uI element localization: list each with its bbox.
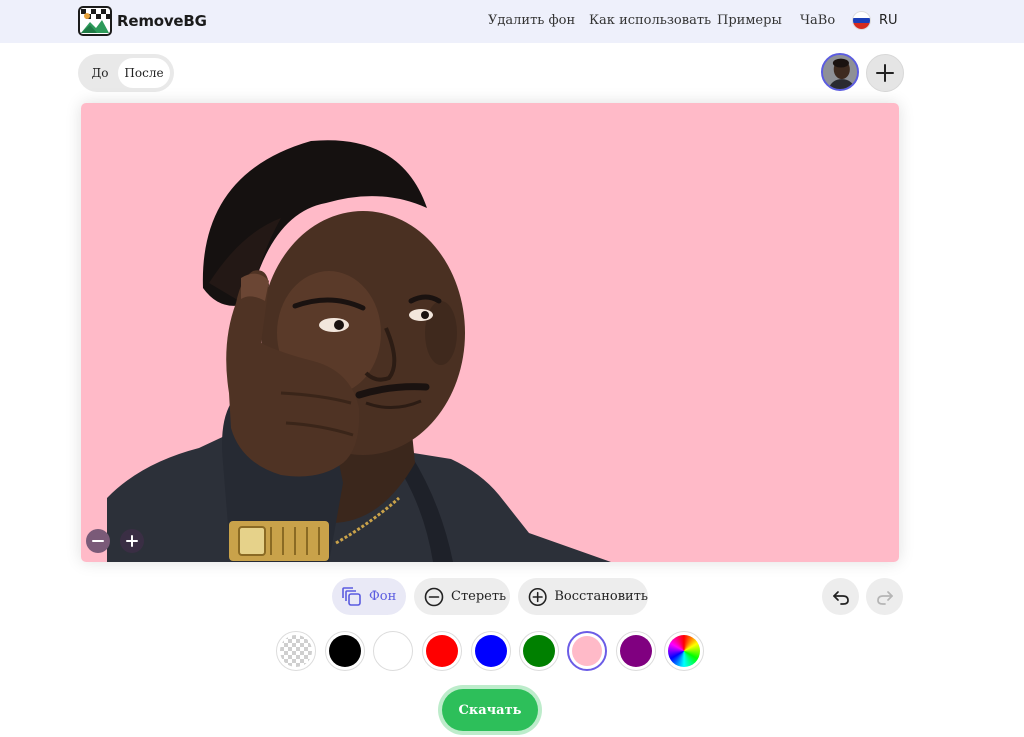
add-image-button[interactable] xyxy=(866,54,904,92)
nav-how-to-use[interactable]: Как использовать xyxy=(589,13,711,28)
background-tool-button[interactable]: Фон xyxy=(332,578,406,615)
nav-faq[interactable]: ЧаВо xyxy=(800,13,835,28)
result-image xyxy=(81,103,899,562)
thumbnail-image xyxy=(823,55,857,89)
erase-tool-button[interactable]: Стереть xyxy=(414,578,510,615)
restore-tool-label: Восстановить xyxy=(554,589,648,604)
checkerboard-icon xyxy=(280,635,312,667)
redo-button[interactable] xyxy=(866,578,903,615)
swatch-pink-fill xyxy=(572,636,602,666)
swatch-transparent[interactable] xyxy=(276,631,316,671)
undo-button[interactable] xyxy=(822,578,859,615)
language-label: RU xyxy=(879,13,898,28)
plus-icon xyxy=(126,535,138,547)
minus-circle-icon xyxy=(424,587,444,606)
swatch-custom-color[interactable] xyxy=(664,631,704,671)
nav-examples[interactable]: Примеры xyxy=(717,13,782,28)
language-selector[interactable]: RU xyxy=(852,11,898,30)
swatch-green-fill xyxy=(523,635,555,667)
zoom-in-button[interactable] xyxy=(120,529,144,553)
image-thumbnail[interactable] xyxy=(821,53,859,91)
undo-icon xyxy=(832,590,849,605)
zoom-out-button[interactable] xyxy=(86,529,110,553)
toggle-before[interactable]: До xyxy=(82,58,118,88)
logo[interactable]: RemoveBG xyxy=(78,6,207,36)
swatch-green[interactable] xyxy=(519,631,559,671)
top-header: RemoveBG Удалить фон Как использовать Пр… xyxy=(0,0,1024,43)
swatch-white-fill xyxy=(377,635,409,667)
minus-icon xyxy=(92,540,104,542)
layers-icon xyxy=(342,586,361,606)
color-wheel-icon xyxy=(668,635,700,667)
restore-tool-button[interactable]: Восстановить xyxy=(518,578,648,615)
swatch-purple-fill xyxy=(620,635,652,667)
swatch-black[interactable] xyxy=(325,631,365,671)
swatch-red[interactable] xyxy=(422,631,462,671)
swatch-purple[interactable] xyxy=(616,631,656,671)
plus-icon xyxy=(876,64,894,82)
redo-icon xyxy=(876,590,893,605)
plus-circle-icon xyxy=(528,587,547,606)
swatch-black-fill xyxy=(329,635,361,667)
background-tool-label: Фон xyxy=(369,589,397,604)
before-after-toggle: До После xyxy=(78,54,174,92)
russia-flag-icon xyxy=(852,11,871,30)
erase-tool-label: Стереть xyxy=(451,589,507,604)
logo-text: RemoveBG xyxy=(117,12,207,30)
logo-icon xyxy=(78,6,112,36)
swatch-red-fill xyxy=(426,635,458,667)
download-button[interactable]: Скачать xyxy=(442,689,538,731)
toggle-after[interactable]: После xyxy=(118,58,170,88)
image-canvas[interactable] xyxy=(81,103,899,562)
swatch-blue[interactable] xyxy=(471,631,511,671)
swatch-pink[interactable] xyxy=(567,631,607,671)
nav-remove-background[interactable]: Удалить фон xyxy=(488,13,575,28)
swatch-white[interactable] xyxy=(373,631,413,671)
swatch-blue-fill xyxy=(475,635,507,667)
